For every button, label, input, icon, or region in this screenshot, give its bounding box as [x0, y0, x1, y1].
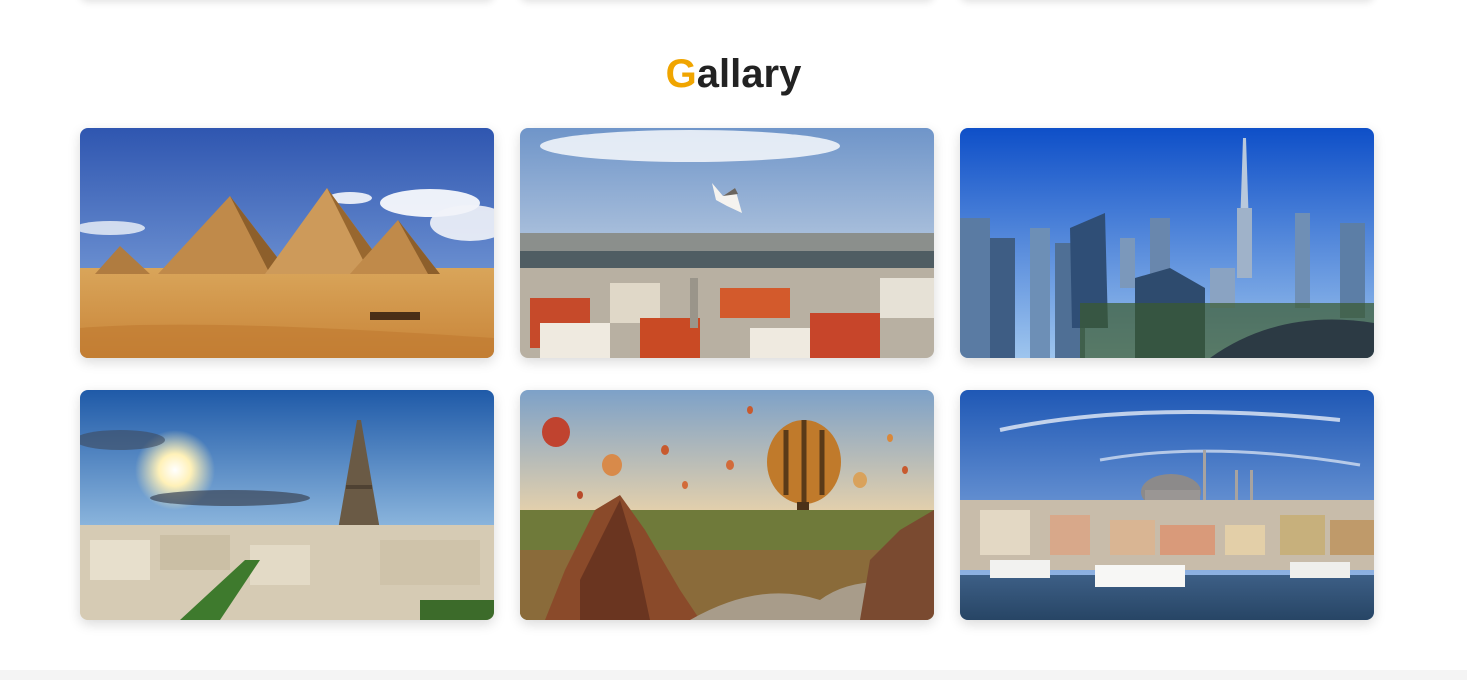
cappadocia-photo	[520, 390, 934, 620]
gallery-image-pyramids[interactable]	[80, 128, 494, 358]
gallery-image-istanbul-mosque[interactable]	[960, 390, 1374, 620]
gallery-image-dubai-skyline[interactable]	[960, 128, 1374, 358]
istanbul-mosque-photo	[960, 390, 1374, 620]
dubai-skyline-photo	[960, 128, 1374, 358]
istanbul-rooftops-photo	[520, 128, 934, 358]
gallery-title-accent-letter: G	[665, 52, 697, 96]
page: Gallary	[0, 0, 1467, 680]
gallery-image-istanbul-rooftops[interactable]	[520, 128, 934, 358]
gallery-title: Gallary	[0, 50, 1467, 98]
gallery-grid	[80, 128, 1374, 620]
gallery-image-cappadocia[interactable]	[520, 390, 934, 620]
pyramids-photo	[80, 128, 494, 358]
paris-photo	[80, 390, 494, 620]
footer-strip	[0, 670, 1467, 680]
gallery-image-paris[interactable]	[80, 390, 494, 620]
gallery-title-rest: allary	[696, 52, 802, 96]
